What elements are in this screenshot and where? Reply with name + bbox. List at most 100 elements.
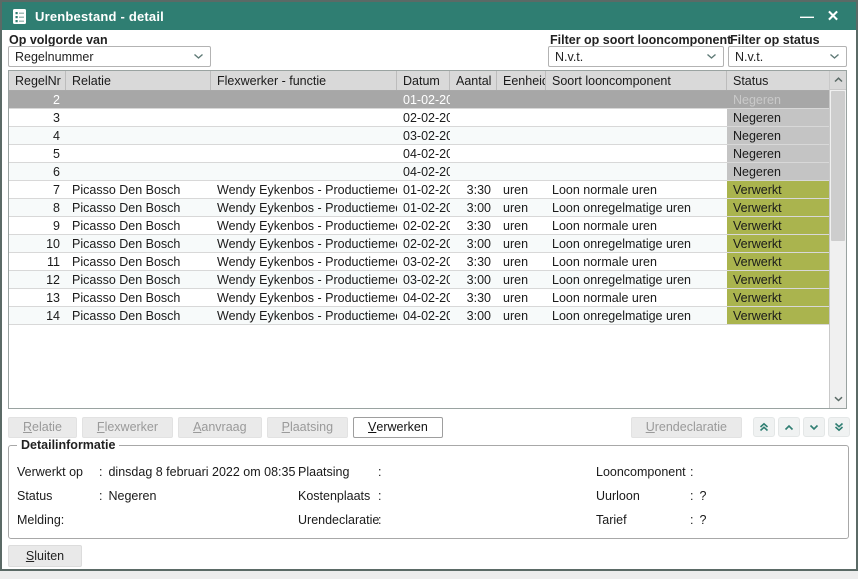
sort-dropdown-value: Regelnummer — [15, 50, 193, 64]
window-title: Urenbestand - detail — [35, 9, 164, 24]
detail-separator: : — [378, 465, 381, 479]
status-cell: Verwerkt — [727, 235, 829, 252]
sluiten-button[interactable]: Sluiten — [8, 545, 82, 567]
cell: Loon onregelmatige uren — [546, 235, 727, 252]
detail-plaatsing: Plaatsing : — [298, 460, 596, 484]
cell — [497, 145, 546, 162]
detail-separator: : — [99, 465, 102, 479]
cell — [66, 109, 211, 126]
cell: 8 — [9, 199, 66, 216]
cell: 3:00 — [450, 271, 497, 288]
table-row[interactable]: 504-02-2022Negeren — [9, 145, 829, 163]
cell: uren — [497, 235, 546, 252]
column-header[interactable]: Aantal — [450, 71, 497, 90]
table-row[interactable]: 13Picasso Den BoschWendy Eykenbos - Prod… — [9, 289, 829, 307]
scrollbar-thumb[interactable] — [831, 91, 845, 241]
cell: 01-02-2022 — [397, 199, 450, 216]
cell: 14 — [9, 307, 66, 324]
cell — [211, 109, 397, 126]
cell — [66, 163, 211, 180]
table-row[interactable]: 12Picasso Den BoschWendy Eykenbos - Prod… — [9, 271, 829, 289]
column-header[interactable]: Datum — [397, 71, 450, 90]
cell: Wendy Eykenbos - Productiemed... — [211, 253, 397, 270]
cell — [66, 127, 211, 144]
document-icon — [12, 8, 27, 25]
detail-value: dinsdag 8 februari 2022 om 08:35 uur — [108, 465, 298, 479]
column-header[interactable]: Status — [727, 71, 829, 90]
table-row[interactable]: 201-02-2022Negeren — [9, 91, 829, 109]
detail-urendeclaratie: Urendeclaratie : — [298, 508, 596, 532]
column-header[interactable]: RegelNr — [9, 71, 66, 90]
sort-dropdown[interactable]: Regelnummer — [8, 46, 211, 67]
cell — [450, 127, 497, 144]
table-row[interactable]: 604-02-2022Negeren — [9, 163, 829, 181]
cell: 04-02-2022 — [397, 307, 450, 324]
vertical-scrollbar[interactable] — [829, 71, 846, 408]
scroll-first-icon[interactable] — [753, 417, 775, 437]
table-row[interactable]: 10Picasso Den BoschWendy Eykenbos - Prod… — [9, 235, 829, 253]
table-row[interactable]: 11Picasso Den BoschWendy Eykenbos - Prod… — [9, 253, 829, 271]
detail-label: Uurloon — [596, 489, 690, 503]
detail-separator: : — [690, 489, 693, 503]
plaatsing-button[interactable]: Plaatsing — [267, 417, 348, 438]
scroll-prev-icon[interactable] — [778, 417, 800, 437]
relatie-button[interactable]: Relatie — [8, 417, 77, 438]
hours-table: RegelNrRelatieFlexwerker - functieDatumA… — [8, 70, 847, 409]
verwerken-button[interactable]: Verwerken — [353, 417, 443, 438]
cell: 01-02-2022 — [397, 181, 450, 198]
close-icon[interactable]: ✕ — [820, 5, 846, 27]
detail-label: Looncomponent — [596, 465, 690, 479]
filter-looncomponent-value: N.v.t. — [555, 50, 706, 64]
cell — [546, 145, 727, 162]
cell: Loon onregelmatige uren — [546, 307, 727, 324]
detail-value: ? — [699, 513, 706, 527]
urendeclaratie-button[interactable]: Urendeclaratie — [631, 417, 742, 438]
dialog-urenbestand-detail: Urenbestand - detail — ✕ Op volgorde van… — [0, 0, 858, 571]
cell: 01-02-2022 — [397, 91, 450, 108]
table-row[interactable]: 302-02-2022Negeren — [9, 109, 829, 127]
table-row[interactable]: 8Picasso Den BoschWendy Eykenbos - Produ… — [9, 199, 829, 217]
table-row[interactable]: 403-02-2022Negeren — [9, 127, 829, 145]
cell: 02-02-2022 — [397, 217, 450, 234]
flexwerker-button[interactable]: Flexwerker — [82, 417, 173, 438]
column-header[interactable]: Flexwerker - functie — [211, 71, 397, 90]
detail-separator: : — [378, 513, 381, 527]
detail-status: Status : Negeren — [17, 484, 298, 508]
detail-melding: Melding: — [17, 508, 298, 532]
minimize-icon[interactable]: — — [794, 5, 820, 27]
cell — [450, 109, 497, 126]
detail-label: Plaatsing — [298, 465, 378, 479]
detail-column-1: Verwerkt op : dinsdag 8 februari 2022 om… — [17, 460, 298, 532]
cell: uren — [497, 307, 546, 324]
detail-label: Urendeclaratie — [298, 513, 378, 527]
status-cell: Verwerkt — [727, 307, 829, 324]
detail-label: Tarief — [596, 513, 690, 527]
table-row[interactable]: 9Picasso Den BoschWendy Eykenbos - Produ… — [9, 217, 829, 235]
table-row[interactable]: 14Picasso Den BoschWendy Eykenbos - Prod… — [9, 307, 829, 325]
column-header[interactable]: Relatie — [66, 71, 211, 90]
aanvraag-button[interactable]: Aanvraag — [178, 417, 262, 438]
cell: Loon normale uren — [546, 289, 727, 306]
scroll-down-icon[interactable] — [830, 389, 846, 408]
filter-looncomponent-label: Filter op soort looncomponent — [550, 33, 731, 47]
scroll-last-icon[interactable] — [828, 417, 850, 437]
cell: 04-02-2022 — [397, 289, 450, 306]
detail-separator: : — [690, 465, 693, 479]
detail-tarief: Tarief : ? — [596, 508, 840, 532]
cell: Wendy Eykenbos - Productiemed... — [211, 271, 397, 288]
column-header[interactable]: Soort looncomponent — [546, 71, 727, 90]
cell: Loon normale uren — [546, 253, 727, 270]
column-header[interactable]: Eenheid — [497, 71, 546, 90]
detail-label: Kostenplaats — [298, 489, 378, 503]
cell: uren — [497, 289, 546, 306]
filter-status-dropdown[interactable]: N.v.t. — [728, 46, 847, 67]
scroll-up-icon[interactable] — [830, 71, 846, 90]
status-cell: Verwerkt — [727, 181, 829, 198]
cell — [497, 109, 546, 126]
scrollbar-track[interactable] — [830, 90, 846, 389]
scroll-next-icon[interactable] — [803, 417, 825, 437]
cell: 12 — [9, 271, 66, 288]
cell: 10 — [9, 235, 66, 252]
table-row[interactable]: 7Picasso Den BoschWendy Eykenbos - Produ… — [9, 181, 829, 199]
filter-looncomponent-dropdown[interactable]: N.v.t. — [548, 46, 724, 67]
